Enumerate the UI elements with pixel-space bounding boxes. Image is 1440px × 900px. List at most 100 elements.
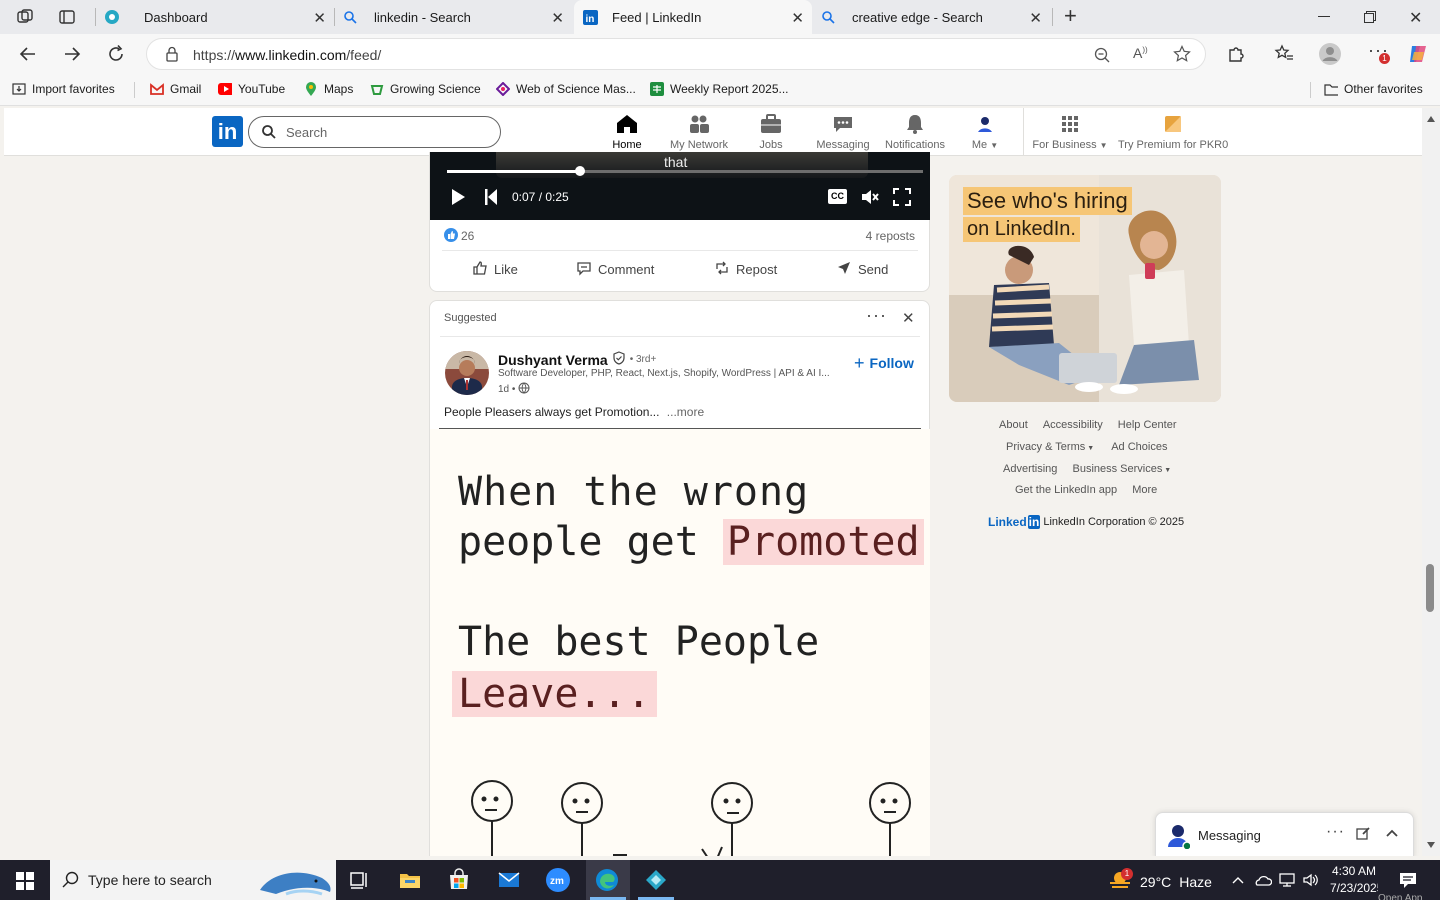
messaging-panel[interactable]: Messaging ··· — [1155, 812, 1414, 856]
reaction-like-icon[interactable] — [444, 228, 458, 247]
lock-icon[interactable] — [165, 46, 179, 67]
footer-get-app[interactable]: Get the LinkedIn app — [1015, 484, 1117, 496]
scroll-thumb[interactable] — [1426, 564, 1434, 612]
zoom-out-icon[interactable] — [1093, 46, 1111, 69]
skip-back-icon[interactable] — [484, 188, 498, 211]
video-player[interactable]: that 0:07 / 0:25 CC — [430, 152, 930, 220]
mail-icon[interactable] — [497, 868, 521, 892]
microsoft-store-icon[interactable] — [447, 868, 471, 892]
page-scrollbar[interactable] — [1422, 108, 1440, 856]
overflow-open-app[interactable]: Open App — [1378, 894, 1422, 900]
task-view-icon[interactable] — [348, 868, 372, 892]
close-tab-icon[interactable]: ✕ — [791, 9, 804, 27]
more-options-icon[interactable]: ··· — [866, 305, 887, 326]
close-tab-icon[interactable]: ✕ — [551, 9, 564, 27]
like-button[interactable]: Like — [472, 260, 518, 279]
tab-actions-icon[interactable] — [58, 8, 76, 26]
close-window-icon[interactable]: ✕ — [1409, 8, 1422, 28]
footer-ad-choices[interactable]: Ad Choices — [1111, 441, 1167, 453]
nav-jobs[interactable]: Jobs — [733, 113, 809, 151]
footer-advertising[interactable]: Advertising — [1003, 463, 1057, 475]
tab-creative-edge-search[interactable]: creative edge - Search ✕ — [814, 0, 1050, 34]
nav-for-business[interactable]: For Business ▼ — [1030, 114, 1110, 151]
compose-icon[interactable] — [1356, 826, 1371, 846]
footer-help-center[interactable]: Help Center — [1118, 419, 1177, 431]
post-image[interactable]: When the wrong people get Promoted, The … — [430, 429, 930, 856]
profile-avatar-icon[interactable] — [1318, 42, 1342, 71]
comment-button[interactable]: Comment — [576, 260, 654, 279]
favorite-growing-science[interactable]: Growing Science — [370, 82, 481, 96]
closed-captions-icon[interactable]: CC — [828, 189, 847, 204]
restore-icon[interactable] — [1364, 10, 1376, 23]
zoom-app-icon[interactable]: zm — [546, 868, 570, 892]
windows-start-icon[interactable] — [16, 872, 34, 895]
footer-about[interactable]: About — [999, 419, 1028, 431]
author-name[interactable]: Dushyant Verma • 3rd+ — [498, 351, 656, 368]
chevron-up-icon[interactable] — [1384, 825, 1400, 846]
send-button[interactable]: Send — [836, 260, 888, 279]
favorite-star-icon[interactable] — [1173, 45, 1191, 68]
workspaces-icon[interactable] — [16, 8, 34, 26]
nav-my-network[interactable]: My Network — [661, 114, 737, 151]
app-diamond-icon[interactable] — [644, 868, 668, 892]
fullscreen-icon[interactable] — [893, 188, 911, 211]
tab-linkedin-search[interactable]: linkedin - Search ✕ — [336, 0, 572, 34]
linkedin-search-box[interactable]: Search — [248, 116, 501, 148]
reaction-count[interactable]: 26 — [461, 229, 474, 243]
ad-banner[interactable]: See who's hiring on LinkedIn. — [949, 175, 1221, 402]
nav-home[interactable]: Home — [589, 114, 665, 151]
author-avatar[interactable] — [445, 351, 489, 395]
tab-feed-linkedin[interactable]: in Feed | LinkedIn ✕ — [574, 0, 812, 34]
footer-accessibility[interactable]: Accessibility — [1043, 419, 1103, 431]
favorite-youtube[interactable]: YouTube — [218, 82, 285, 96]
edge-browser-icon[interactable] — [595, 868, 619, 892]
favorite-maps[interactable]: Maps — [304, 81, 353, 96]
nav-notifications[interactable]: Notifications — [877, 114, 953, 151]
footer-privacy-terms[interactable]: Privacy & Terms — [1006, 441, 1085, 453]
follow-button[interactable]: + Follow — [854, 354, 914, 372]
repost-button[interactable]: Repost — [714, 260, 777, 279]
see-more-link[interactable]: ...more — [667, 405, 704, 419]
favorite-web-of-science[interactable]: Web of Science Mas... — [496, 82, 636, 96]
scroll-up-arrow[interactable] — [1427, 116, 1435, 122]
play-icon[interactable] — [450, 188, 466, 211]
minimize-icon[interactable] — [1318, 16, 1330, 17]
favorite-gmail[interactable]: Gmail — [150, 82, 201, 96]
favorites-icon[interactable] — [1274, 44, 1294, 69]
action-center-icon[interactable] — [1398, 870, 1418, 895]
scroll-down-arrow[interactable] — [1427, 842, 1435, 848]
new-tab-icon[interactable]: + — [1064, 5, 1077, 27]
linkedin-logo[interactable]: in — [212, 116, 243, 147]
forward-icon[interactable] — [62, 44, 82, 69]
chevron-up-icon[interactable] — [1231, 873, 1245, 892]
close-tab-icon[interactable]: ✕ — [313, 9, 326, 27]
extensions-icon[interactable] — [1226, 44, 1246, 69]
footer-more[interactable]: More — [1132, 484, 1157, 496]
weather-badge: 1 — [1121, 868, 1133, 880]
favorite-other[interactable]: Other favorites — [1324, 82, 1423, 96]
nav-messaging[interactable]: Messaging — [805, 114, 881, 151]
nav-me[interactable]: Me ▼ — [947, 113, 1023, 151]
close-tab-icon[interactable]: ✕ — [1029, 9, 1042, 27]
back-icon[interactable] — [18, 44, 38, 69]
footer-business-services[interactable]: Business Services — [1072, 463, 1162, 475]
onedrive-icon[interactable] — [1254, 872, 1273, 893]
read-aloud-icon[interactable]: A)) — [1133, 45, 1148, 61]
file-explorer-icon[interactable] — [398, 868, 422, 892]
video-progress-track[interactable] — [447, 170, 923, 173]
nav-premium[interactable]: Try Premium for PKR0 — [1118, 114, 1228, 151]
reposts-count[interactable]: 4 reposts — [866, 229, 915, 243]
taskbar-clock[interactable]: 4:30 AM 7/23/2025 — [1330, 863, 1378, 894]
refresh-icon[interactable] — [106, 44, 126, 69]
favorite-weekly-report[interactable]: Weekly Report 2025... — [650, 82, 789, 96]
url-bar[interactable]: https://www.linkedin.com/feed/ A)) — [146, 38, 1206, 70]
copilot-icon[interactable] — [1406, 42, 1430, 71]
taskbar-search[interactable]: Type here to search — [50, 860, 336, 900]
tab-dashboard[interactable]: Dashboard ✕ — [100, 0, 334, 34]
volume-icon[interactable] — [1302, 872, 1320, 893]
favorite-import[interactable]: Import favorites — [12, 82, 115, 96]
mute-icon[interactable] — [860, 187, 880, 212]
dismiss-icon[interactable]: ✕ — [902, 309, 915, 327]
messaging-more-icon[interactable]: ··· — [1326, 823, 1345, 841]
network-icon[interactable] — [1278, 872, 1296, 893]
